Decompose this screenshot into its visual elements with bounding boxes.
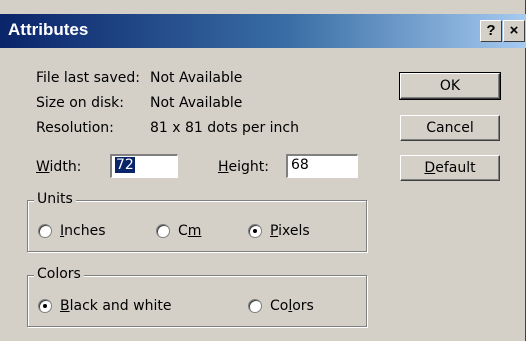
colors-label-pre: Co	[270, 298, 289, 314]
resolution-label: Resolution:	[36, 120, 114, 136]
inches-radio[interactable]: Inches	[38, 223, 106, 239]
height-label: Height:	[218, 159, 269, 175]
width-field[interactable]: 72	[110, 154, 178, 178]
cm-label: C	[178, 223, 188, 239]
width-value: 72	[115, 157, 135, 173]
black-and-white-radio-indicator	[38, 299, 52, 313]
height-accelerator: H	[218, 159, 229, 175]
colors-radio-indicator	[248, 299, 262, 313]
pixels-radio-indicator	[248, 224, 262, 238]
height-value: 68	[291, 157, 309, 173]
last-saved-label: File last saved:	[36, 70, 140, 86]
ok-button[interactable]: OK	[399, 72, 501, 100]
units-legend: Units	[34, 191, 76, 207]
pixels-accelerator: P	[270, 223, 279, 239]
black-and-white-accelerator: B	[60, 298, 70, 314]
resolution-value: 81 x 81 dots per inch	[150, 120, 299, 136]
default-accelerator: D	[424, 160, 436, 176]
cm-accelerator: m	[187, 223, 202, 239]
window-title: Attributes	[8, 20, 89, 39]
pixels-radio[interactable]: Pixels	[248, 223, 310, 239]
pixels-label: ixels	[278, 223, 310, 239]
units-group: Units Inches Cm Pixels	[27, 191, 367, 252]
default-button[interactable]: Default	[400, 155, 500, 181]
height-field[interactable]: 68	[286, 154, 358, 178]
cm-radio-indicator	[156, 224, 170, 238]
inches-label: nches	[64, 223, 106, 239]
black-and-white-radio[interactable]: Black and white	[38, 298, 171, 314]
black-and-white-label: lack and white	[69, 298, 172, 314]
width-label-text: idth:	[49, 159, 82, 175]
colors-radio[interactable]: Colors	[248, 298, 314, 314]
size-on-disk-value: Not Available	[150, 95, 243, 111]
inches-radio-indicator	[38, 224, 52, 238]
width-label: Width:	[36, 159, 81, 175]
cancel-button[interactable]: Cancel	[400, 115, 500, 141]
help-button[interactable]: ?	[480, 20, 502, 42]
width-accelerator: W	[36, 159, 50, 175]
last-saved-value: Not Available	[150, 70, 243, 86]
cm-radio[interactable]: Cm	[156, 223, 201, 239]
colors-legend: Colors	[34, 266, 84, 282]
colors-group: Colors Black and white Colors	[27, 266, 367, 327]
colors-label-rest: ors	[292, 298, 314, 314]
default-label: efault	[435, 160, 476, 176]
close-button[interactable]: ×	[503, 20, 525, 42]
attributes-dialog: Attributes ? × File last saved: Not Avai…	[0, 0, 526, 341]
height-label-text: eight:	[228, 159, 269, 175]
title-bar[interactable]: Attributes ? ×	[0, 14, 526, 48]
size-on-disk-label: Size on disk:	[36, 95, 124, 111]
